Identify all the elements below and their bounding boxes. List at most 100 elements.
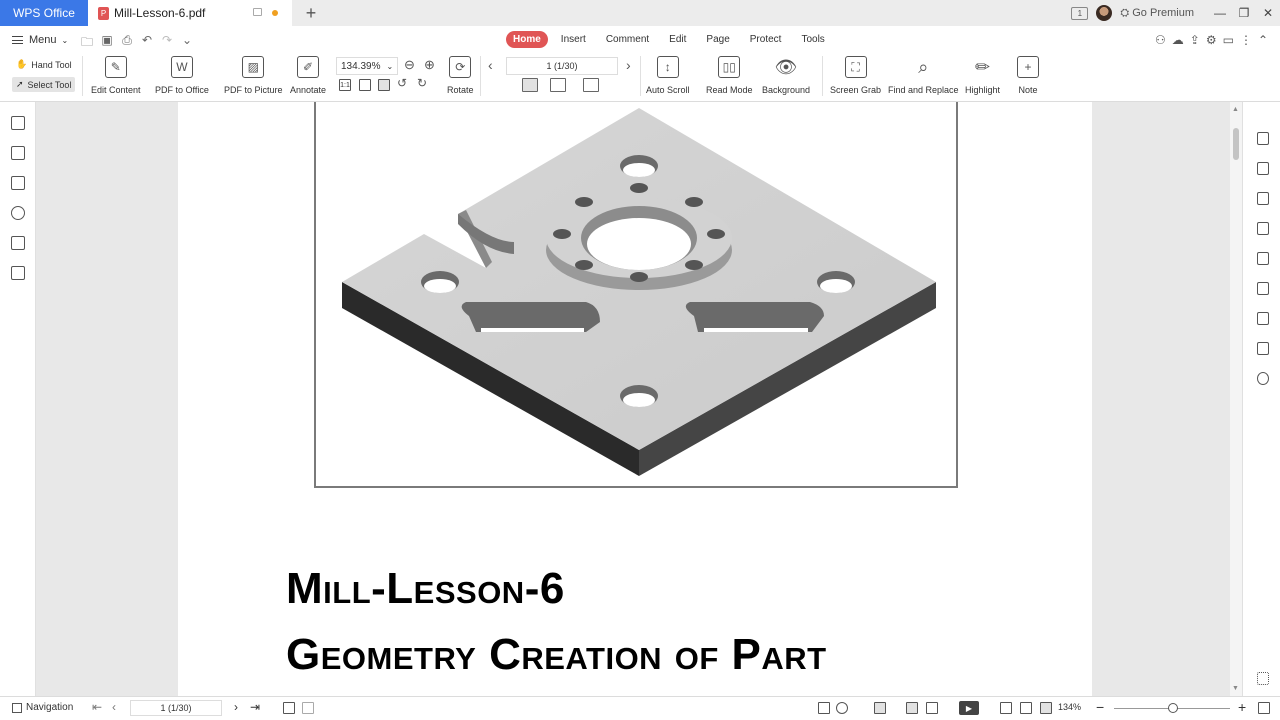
find-replace-button[interactable]: ⌕ Find and Replace [888,56,959,96]
go-premium-button[interactable]: ⛭ Go Premium [1120,7,1194,20]
zoom-select[interactable]: 134.39% ⌄ [336,57,398,75]
print-icon[interactable] [1257,282,1269,295]
read-mode-button[interactable]: ▯▯ Read Mode [706,56,753,95]
select-tool-button[interactable]: ➚ Select Tool [12,77,76,92]
redo-icon[interactable]: ↷ [160,33,174,54]
new-tab-button[interactable]: + [298,0,324,26]
settings-icon[interactable]: ⚙ [1206,33,1217,47]
signature-icon[interactable] [11,236,25,250]
tab-comment[interactable]: Comment [599,31,656,48]
export-icon[interactable] [1257,192,1269,205]
tab-insert[interactable]: Insert [554,31,593,48]
document-tab[interactable]: P Mill-Lesson-6.pdf [88,0,292,26]
rotate-right-icon[interactable]: ↻ [417,76,427,90]
scroll-thumb[interactable] [1233,128,1239,160]
fit-page-icon[interactable] [359,79,371,91]
vertical-scrollbar[interactable]: ▲ ▼ [1230,102,1242,696]
zoom-in-icon[interactable]: + [1238,699,1246,715]
sign-icon[interactable] [1257,252,1269,265]
fit-width-icon[interactable] [378,79,390,91]
last-page-icon[interactable]: ⇥ [250,700,260,714]
single-page-view-icon[interactable] [906,702,918,714]
next-page-icon[interactable]: › [234,700,238,714]
fullscreen-icon[interactable] [818,702,830,714]
status-zoom[interactable]: 134% [1058,702,1081,712]
auto-scroll-button[interactable]: ↕ Auto Scroll [646,56,690,95]
actual-size-icon[interactable]: 1:1 [339,79,351,91]
fit-page-icon[interactable] [1020,702,1032,714]
actual-size-icon[interactable] [1000,702,1012,714]
highlight-button[interactable]: ✏ Highlight [965,56,1000,96]
pdf-to-picture-button[interactable]: ▨ PDF to Picture [224,56,283,95]
status-page-input[interactable]: 1 (1/30) [130,700,222,716]
tab-tools[interactable]: Tools [794,31,831,48]
share-icon[interactable]: ⇪ [1190,33,1200,47]
cloud-icon[interactable]: ☁ [1172,33,1184,47]
minimize-icon[interactable]: — [1208,6,1232,20]
chat-icon[interactable]: ▭ [1223,33,1234,47]
next-page-icon[interactable]: › [626,57,631,73]
continuous-icon[interactable] [583,78,599,92]
tab-home[interactable]: Home [506,31,548,48]
scroll-up-icon[interactable]: ▲ [1232,106,1239,113]
single-page-icon[interactable] [522,78,538,92]
scroll-down-icon[interactable]: ▼ [1232,685,1239,692]
previous-page-icon[interactable]: ‹ [112,700,116,714]
rotate-button[interactable]: ⟳ Rotate [447,56,474,95]
bookmark-icon[interactable] [11,116,25,130]
tab-protect[interactable]: Protect [743,31,789,48]
wps-office-tab[interactable]: WPS Office [0,0,88,26]
open-folder-icon[interactable]: 🗀 [80,33,94,54]
back-icon[interactable] [283,702,295,714]
eye-protect-icon[interactable] [836,702,848,714]
restore-icon[interactable]: ❐ [1232,6,1256,20]
annotate-button[interactable]: ✐ Annotate [290,56,326,95]
edit-content-button[interactable]: ✎ Edit Content [91,56,141,95]
compare-icon[interactable] [11,266,25,280]
fit-width-icon[interactable] [1040,702,1052,714]
two-page-view-icon[interactable] [926,702,938,714]
notification-icon[interactable]: 1 [1071,6,1089,20]
continuous-view-icon[interactable] [874,702,886,714]
form-icon[interactable] [1257,222,1269,235]
outline-icon[interactable] [1257,312,1269,325]
two-page-icon[interactable] [550,78,566,92]
customize-icon[interactable]: ⌄ [180,33,194,54]
close-icon[interactable]: ✕ [1256,6,1280,20]
document-view[interactable]: Mill-Lesson-6 Geometry Creation of Part [36,102,1230,696]
convert-icon[interactable] [1257,132,1269,145]
collapse-ribbon-icon[interactable]: ⌃ [1258,33,1268,47]
screen-grab-button[interactable]: ⛶ Screen Grab [830,56,881,95]
menu-button[interactable]: Menu ⌄ [12,34,68,46]
edit-icon[interactable] [1257,162,1269,175]
thumbnail-icon[interactable] [11,146,25,160]
zoom-out-icon[interactable]: − [1096,699,1104,715]
tab-edit[interactable]: Edit [662,31,693,48]
expand-icon[interactable] [1258,702,1270,714]
help-icon[interactable] [1257,372,1269,385]
first-page-icon[interactable]: ⇤ [92,700,102,714]
save-icon[interactable]: ▣ [100,33,114,54]
comment-icon[interactable] [11,176,25,190]
pdf-to-office-button[interactable]: W PDF to Office [155,56,209,95]
play-icon[interactable]: ▶ [959,701,979,715]
print-icon[interactable]: ⎙ [120,33,134,54]
grid-icon[interactable] [1257,672,1269,685]
monitor-icon[interactable] [253,8,262,16]
hand-tool-button[interactable]: ✋ Hand Tool [12,57,76,72]
compress-icon[interactable] [1257,342,1269,355]
note-button[interactable]: + Note [1017,56,1039,95]
previous-page-icon[interactable]: ‹ [488,57,493,73]
avatar[interactable] [1096,5,1113,21]
zoom-slider-knob[interactable] [1168,703,1178,713]
background-button[interactable]: 👁 Background [762,56,810,96]
zoom-slider[interactable] [1114,703,1230,713]
forward-icon[interactable] [302,702,314,714]
attachment-icon[interactable] [11,206,25,220]
more-icon[interactable]: ⋮ [1240,33,1252,47]
user-icon[interactable]: ⚇ [1155,33,1166,47]
zoom-out-icon[interactable]: ⊖ [404,57,415,73]
tab-page[interactable]: Page [699,31,736,48]
zoom-in-icon[interactable]: ⊕ [424,57,435,73]
rotate-left-icon[interactable]: ↺ [397,76,407,90]
